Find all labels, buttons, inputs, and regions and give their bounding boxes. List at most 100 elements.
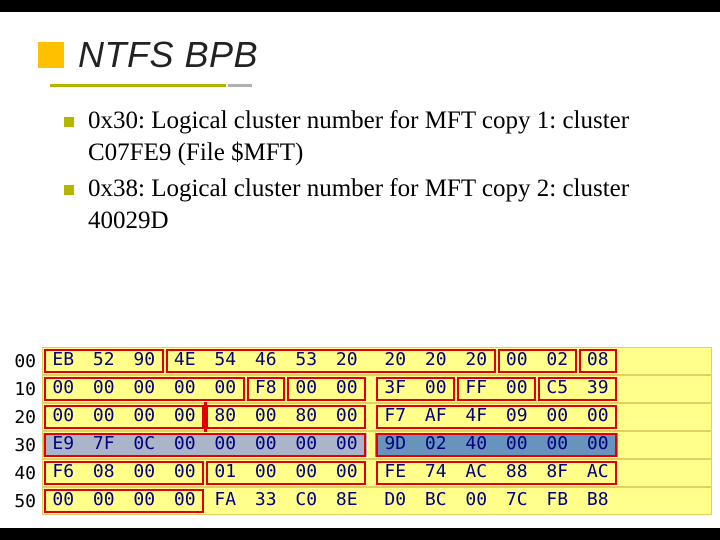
hex-row-cells: E97F0C00000000009D0240000000	[42, 431, 712, 459]
title-square-icon	[38, 42, 64, 68]
hex-byte: 8F	[537, 460, 578, 486]
hex-byte: 00	[497, 432, 538, 458]
hex-byte: 00	[43, 488, 84, 514]
hex-byte: 20	[416, 348, 457, 374]
hex-byte: 00	[165, 376, 206, 402]
hex-byte: AC	[456, 460, 497, 486]
hex-byte: 40	[456, 432, 497, 458]
row-offset-label: 10	[2, 379, 42, 400]
hex-byte: 00	[497, 348, 538, 374]
hex-row: 40F608000001000000FE74AC888FAC	[2, 460, 712, 486]
hex-byte: AC	[578, 460, 619, 486]
hex-row: 30E97F0C00000000009D0240000000	[2, 432, 712, 458]
hex-byte: 20	[375, 348, 416, 374]
hex-row-cells: EB52904E54465320202020000208	[42, 347, 712, 375]
hex-byte: 20	[456, 348, 497, 374]
hex-byte: 39	[578, 376, 619, 402]
hex-row: 5000000000FA33C08ED0BC007CFBB8	[2, 488, 712, 514]
hex-byte: 00	[246, 460, 287, 486]
bullet-item: 0x30: Logical cluster number for MFT cop…	[64, 105, 680, 169]
hex-byte: 00	[327, 404, 368, 430]
hex-byte: 09	[497, 404, 538, 430]
hex-byte: 53	[286, 348, 327, 374]
row-offset-label: 50	[2, 491, 42, 512]
hex-byte: F6	[43, 460, 84, 486]
hex-byte: 00	[246, 404, 287, 430]
hex-byte: 00	[165, 460, 206, 486]
hex-byte: 00	[124, 460, 165, 486]
hex-row-cells: F608000001000000FE74AC888FAC	[42, 459, 712, 487]
hex-byte: 54	[205, 348, 246, 374]
hex-dump-table: 00EB52904E544653202020200002081000000000…	[2, 348, 712, 516]
hex-row-cells: 0000000080008000F7AF4F090000	[42, 403, 712, 431]
hex-byte: FF	[456, 376, 497, 402]
hex-byte: 01	[205, 460, 246, 486]
hex-byte: FA	[205, 488, 246, 514]
hex-byte: 00	[205, 376, 246, 402]
bullet-text: 0x38: Logical cluster number for MFT cop…	[88, 173, 680, 237]
hex-byte: 52	[84, 348, 125, 374]
row-offset-label: 00	[2, 351, 42, 372]
hex-byte: 3F	[375, 376, 416, 402]
hex-byte: AF	[416, 404, 457, 430]
hex-byte: 9D	[375, 432, 416, 458]
hex-byte: 00	[84, 488, 125, 514]
hex-byte: 00	[327, 460, 368, 486]
field-split-marker	[204, 402, 207, 432]
hex-byte: F8	[246, 376, 287, 402]
hex-row: 200000000080008000F7AF4F090000	[2, 404, 712, 430]
bullet-square-icon	[64, 117, 74, 127]
hex-byte: 00	[246, 432, 287, 458]
hex-byte: 02	[416, 432, 457, 458]
hex-byte: 00	[578, 432, 619, 458]
hex-byte: C5	[537, 376, 578, 402]
title-underline	[50, 84, 630, 87]
hex-byte: FE	[375, 460, 416, 486]
hex-byte: 46	[246, 348, 287, 374]
hex-byte: 00	[286, 460, 327, 486]
hex-row: 100000000000F800003F00FF00C539	[2, 376, 712, 402]
hex-byte: 00	[497, 376, 538, 402]
hex-byte: 00	[537, 404, 578, 430]
hex-byte: 0C	[124, 432, 165, 458]
hex-byte: 4E	[165, 348, 206, 374]
hex-byte: 90	[124, 348, 165, 374]
hex-byte: F7	[375, 404, 416, 430]
hex-byte: 00	[43, 376, 84, 402]
hex-byte: C0	[286, 488, 327, 514]
hex-byte: 20	[327, 348, 368, 374]
hex-byte: 00	[456, 488, 497, 514]
bullet-item: 0x38: Logical cluster number for MFT cop…	[64, 173, 680, 237]
hex-byte: 00	[124, 404, 165, 430]
hex-byte: 00	[416, 376, 457, 402]
hex-byte: 00	[43, 404, 84, 430]
hex-byte: 00	[124, 376, 165, 402]
hex-byte: 7F	[84, 432, 125, 458]
hex-byte: 00	[537, 432, 578, 458]
hex-byte: 00	[124, 488, 165, 514]
hex-byte: B8	[578, 488, 619, 514]
hex-byte: 88	[497, 460, 538, 486]
hex-byte: 00	[205, 432, 246, 458]
hex-byte: 02	[537, 348, 578, 374]
hex-row-cells: 00000000FA33C08ED0BC007CFBB8	[42, 487, 712, 515]
hex-row: 00EB52904E54465320202020000208	[2, 348, 712, 374]
hex-byte: EB	[43, 348, 84, 374]
hex-byte: 74	[416, 460, 457, 486]
bullet-square-icon	[64, 185, 74, 195]
hex-byte: 08	[84, 460, 125, 486]
bullet-text: 0x30: Logical cluster number for MFT cop…	[88, 105, 680, 169]
hex-byte: FB	[537, 488, 578, 514]
bullet-list: 0x30: Logical cluster number for MFT cop…	[64, 105, 680, 237]
hex-byte: 00	[165, 488, 206, 514]
title-row: NTFS BPB	[38, 34, 720, 76]
hex-byte: E9	[43, 432, 84, 458]
hex-byte: 80	[286, 404, 327, 430]
hex-row-cells: 0000000000F800003F00FF00C539	[42, 375, 712, 403]
hex-byte: 33	[246, 488, 287, 514]
hex-byte: 7C	[497, 488, 538, 514]
hex-byte: 00	[165, 404, 206, 430]
hex-byte: 00	[84, 376, 125, 402]
hex-byte: 00	[327, 432, 368, 458]
hex-byte: 00	[286, 432, 327, 458]
